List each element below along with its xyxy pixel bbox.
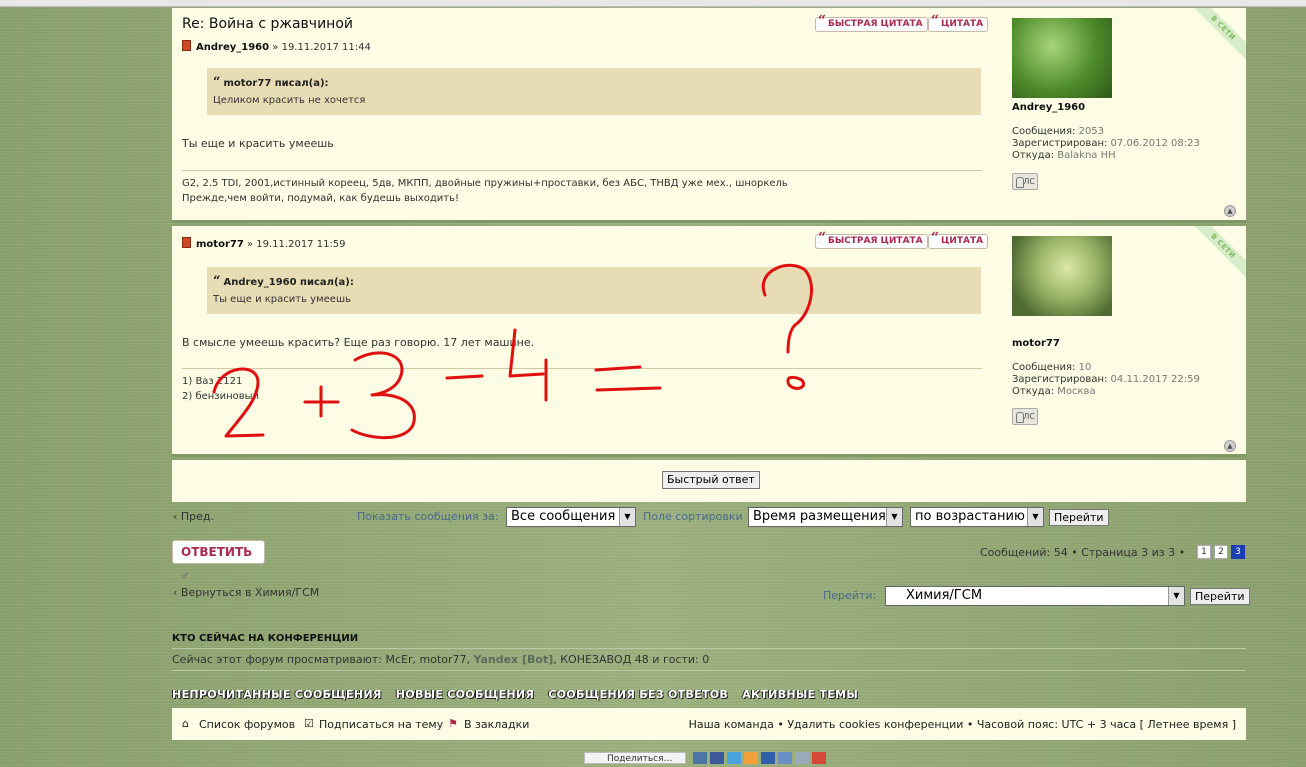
- chevron-down-icon: ▼: [1168, 587, 1184, 605]
- mailru-icon[interactable]: [761, 752, 775, 764]
- quick-reply-button[interactable]: Быстрый ответ: [662, 471, 760, 489]
- quote-icon: “: [818, 13, 827, 29]
- avatar[interactable]: [1012, 236, 1112, 316]
- profile-details: Сообщения: 10 Зарегистрирован: 04.11.201…: [1012, 362, 1200, 397]
- quote-icon: “: [818, 230, 827, 246]
- profile-username[interactable]: Andrey_1960: [1012, 102, 1085, 113]
- livejournal-icon[interactable]: [778, 752, 792, 764]
- post-title: Re: Война с ржавчиной: [182, 16, 353, 32]
- online-badge: В СЕТИ: [1186, 8, 1246, 68]
- avatar[interactable]: [1012, 18, 1112, 98]
- odnoklassniki-icon[interactable]: [744, 752, 758, 764]
- bookmark-link[interactable]: В закладки: [464, 718, 529, 731]
- post-icon[interactable]: [182, 40, 191, 51]
- quote-text: Целиком красить не хочется: [213, 95, 366, 106]
- back-to-top-icon[interactable]: ▲: [1224, 440, 1236, 452]
- quote-button[interactable]: “ЦИТАТА: [928, 13, 989, 32]
- subscribe-link[interactable]: Подписаться на тему: [319, 718, 443, 731]
- footer-links[interactable]: Наша команда • Удалить cookies конференц…: [689, 718, 1236, 731]
- active-topics-link[interactable]: АКТИВНЫЕ ТЕМЫ: [742, 688, 858, 701]
- browser-top-edge: [0, 0, 1306, 7]
- sort-label: Поле сортировки: [643, 510, 743, 523]
- post-signature: 1) Ваз 2121 2) бензиновый: [182, 368, 982, 404]
- new-posts-link[interactable]: НОВЫЕ СООБЩЕНИЯ: [396, 688, 534, 701]
- quote-text: Ты еще и красить умеешь: [213, 294, 351, 305]
- back-to-top-icon[interactable]: ▲: [1224, 205, 1236, 217]
- chevron-down-icon: ▼: [619, 508, 635, 526]
- quote-icon: “: [931, 230, 940, 246]
- post-date: » 19.11.2017 11:44: [272, 42, 371, 53]
- order-select[interactable]: по возрастанию ▼: [910, 507, 1044, 527]
- bot-name[interactable]: Yandex [Bot]: [474, 653, 554, 666]
- quote-icon: “: [931, 13, 940, 29]
- quick-quote-button[interactable]: “БЫСТРАЯ ЦИТАТА: [815, 230, 928, 249]
- quick-nav: НЕПРОЧИТАННЫЕ СООБЩЕНИЯ НОВЫЕ СООБЩЕНИЯ …: [172, 688, 868, 701]
- pm-button[interactable]: ЛС: [1012, 408, 1038, 425]
- checkbox-icon: ☑: [304, 717, 314, 730]
- quote-header: “motor77 писал(а):: [213, 75, 329, 90]
- post-andrey: Re: Война с ржавчиной “БЫСТРАЯ ЦИТАТА “Ц…: [172, 8, 1246, 223]
- twitter-icon[interactable]: [727, 752, 741, 764]
- jump-go-button[interactable]: Перейти: [1190, 588, 1250, 605]
- page-3-current[interactable]: 3: [1231, 545, 1245, 559]
- divider: [172, 670, 1246, 671]
- quote-mark-icon: “: [213, 75, 221, 90]
- sort-select[interactable]: Время размещения ▼: [748, 507, 903, 527]
- post-author[interactable]: motor77: [196, 239, 244, 250]
- chevron-down-icon: ▼: [886, 508, 902, 526]
- reply-button[interactable]: ОТВЕТИТЬ ⇙: [172, 540, 265, 581]
- post-icon[interactable]: [182, 237, 191, 248]
- share-icons: [693, 752, 826, 764]
- share-button[interactable]: Поделиться…: [584, 752, 686, 764]
- unanswered-posts-link[interactable]: СООБЩЕНИЯ БЕЗ ОТВЕТОВ: [548, 688, 728, 701]
- quote-header: “Andrey_1960 писал(а):: [213, 274, 354, 289]
- bookmark-icon: ⚑: [448, 717, 458, 730]
- googleplus-icon[interactable]: [812, 752, 826, 764]
- post-text: В смысле умеешь красить? Еще раз говорю.…: [182, 336, 535, 349]
- quick-reply-panel: Быстрый ответ: [172, 460, 1246, 502]
- show-select[interactable]: Все сообщения ▼: [506, 507, 636, 527]
- back-to-forum-link[interactable]: ‹ Вернуться в Химия/ГСМ: [173, 586, 319, 599]
- home-icon: ⌂: [182, 717, 189, 730]
- unread-posts-link[interactable]: НЕПРОЧИТАННЫЕ СООБЩЕНИЯ: [172, 688, 382, 701]
- page-2-link[interactable]: 2: [1214, 545, 1228, 559]
- footer-bar: ⌂ Список форумов ☑ Подписаться на тему ⚑…: [172, 708, 1246, 740]
- sort-go-button[interactable]: Перейти: [1049, 509, 1109, 526]
- chevron-down-icon: ▼: [1027, 508, 1043, 526]
- reply-arrow-icon: ⇙: [181, 570, 190, 581]
- post-author[interactable]: Andrey_1960: [196, 42, 269, 53]
- online-badge: В СЕТИ: [1186, 226, 1246, 286]
- jump-label: Перейти:: [823, 589, 877, 602]
- pagination-summary: Сообщений: 54 • Страница 3 из 3 •: [980, 546, 1186, 559]
- prev-link[interactable]: ‹ Пред.: [173, 510, 214, 523]
- pm-button[interactable]: ЛС: [1012, 173, 1038, 190]
- post-author-line: Andrey_1960 » 19.11.2017 11:44: [182, 40, 371, 53]
- facebook-icon[interactable]: [710, 752, 724, 764]
- bookmark-share-icon[interactable]: [795, 752, 809, 764]
- show-label: Показать сообщения за:: [357, 510, 499, 523]
- quote-block: “motor77 писал(а): Целиком красить не хо…: [207, 68, 981, 115]
- quote-block: “Andrey_1960 писал(а): Ты еще и красить …: [207, 267, 981, 314]
- post-text: Ты еще и красить умеешь: [182, 137, 334, 150]
- post-signature: G2, 2.5 TDI, 2001,истинный кореец, 5дв, …: [182, 170, 982, 206]
- jump-select[interactable]: Химия/ГСМ ▼: [885, 586, 1185, 606]
- profile-details: Сообщения: 2053 Зарегистрирован: 07.06.2…: [1012, 126, 1200, 161]
- vk-icon[interactable]: [693, 752, 707, 764]
- quote-mark-icon: “: [213, 274, 221, 289]
- quote-button[interactable]: “ЦИТАТА: [928, 230, 989, 249]
- forum-list-link[interactable]: Список форумов: [199, 718, 295, 731]
- profile-username[interactable]: motor77: [1012, 338, 1060, 349]
- whois-text: Сейчас этот форум просматривают: McEr, m…: [172, 653, 710, 666]
- post-motor77: “БЫСТРАЯ ЦИТАТА “ЦИТАТА motor77 » 19.11.…: [172, 226, 1246, 457]
- divider: [172, 648, 1246, 649]
- page-1-link[interactable]: 1: [1197, 545, 1211, 559]
- quick-quote-button[interactable]: “БЫСТРАЯ ЦИТАТА: [815, 13, 928, 32]
- post-date: » 19.11.2017 11:59: [246, 239, 346, 250]
- whois-heading: КТО СЕЙЧАС НА КОНФЕРЕНЦИИ: [172, 633, 359, 644]
- post-author-line: motor77 » 19.11.2017 11:59: [182, 237, 346, 250]
